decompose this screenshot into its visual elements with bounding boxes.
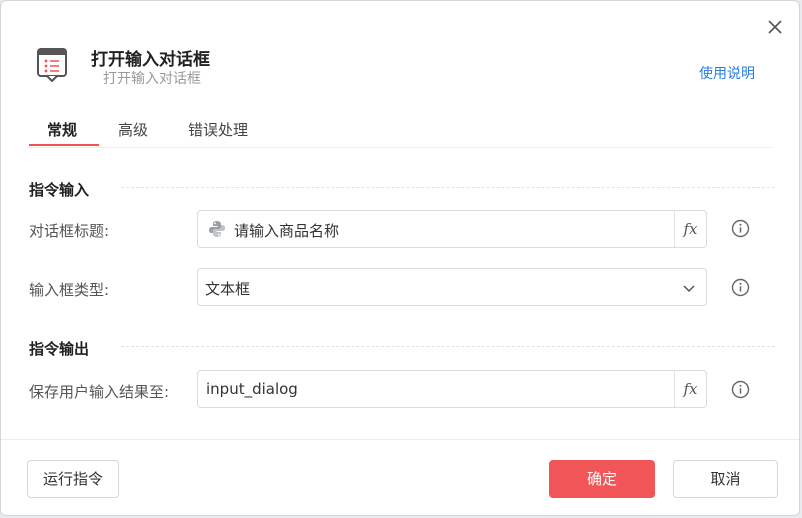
info-icon[interactable] xyxy=(731,380,750,399)
dialog-title-label: 对话框标题: xyxy=(29,222,110,240)
input-type-select[interactable]: 文本框 xyxy=(197,268,707,306)
tab-bar: 常规 高级 错误处理 xyxy=(29,111,773,148)
open-input-dialog-window: 打开输入对话框 打开输入对话框 使用说明 常规 高级 错误处理 指令输入 对话框… xyxy=(0,0,800,516)
python-icon xyxy=(208,220,226,238)
footer-divider xyxy=(1,439,799,440)
run-command-button[interactable]: 运行指令 xyxy=(27,460,119,498)
help-link[interactable]: 使用说明 xyxy=(699,63,755,83)
input-type-value: 文本框 xyxy=(205,280,251,298)
dialog-title: 打开输入对话框 xyxy=(91,50,210,70)
save-result-field[interactable]: input_dialog 𝑓x xyxy=(197,370,707,408)
confirm-button[interactable]: 确定 xyxy=(549,460,655,498)
tab-general[interactable]: 常规 xyxy=(47,119,77,140)
close-icon[interactable] xyxy=(765,17,785,37)
tab-advanced[interactable]: 高级 xyxy=(118,119,148,140)
section-title-input: 指令输入 xyxy=(29,181,90,199)
cancel-button[interactable]: 取消 xyxy=(673,460,778,498)
fx-button[interactable]: 𝑓x xyxy=(674,211,706,247)
save-result-label: 保存用户输入结果至: xyxy=(29,383,170,401)
dialog-title-value: 请输入商品名称 xyxy=(234,222,340,240)
dialog-subtitle: 打开输入对话框 xyxy=(103,71,201,87)
section-title-output: 指令输出 xyxy=(29,340,90,358)
active-tab-indicator xyxy=(29,144,99,146)
section-divider xyxy=(121,187,775,188)
dialog-title-field[interactable]: 请输入商品名称 𝑓x xyxy=(197,210,707,248)
info-icon[interactable] xyxy=(731,278,750,297)
info-icon[interactable] xyxy=(731,219,750,238)
fx-button[interactable]: 𝑓x xyxy=(674,371,706,407)
save-result-value: input_dialog xyxy=(206,380,298,398)
list-document-icon xyxy=(35,46,69,82)
chevron-down-icon xyxy=(682,280,696,294)
section-divider xyxy=(121,346,775,347)
tab-error-handling[interactable]: 错误处理 xyxy=(188,119,248,140)
input-type-label: 输入框类型: xyxy=(29,281,110,299)
